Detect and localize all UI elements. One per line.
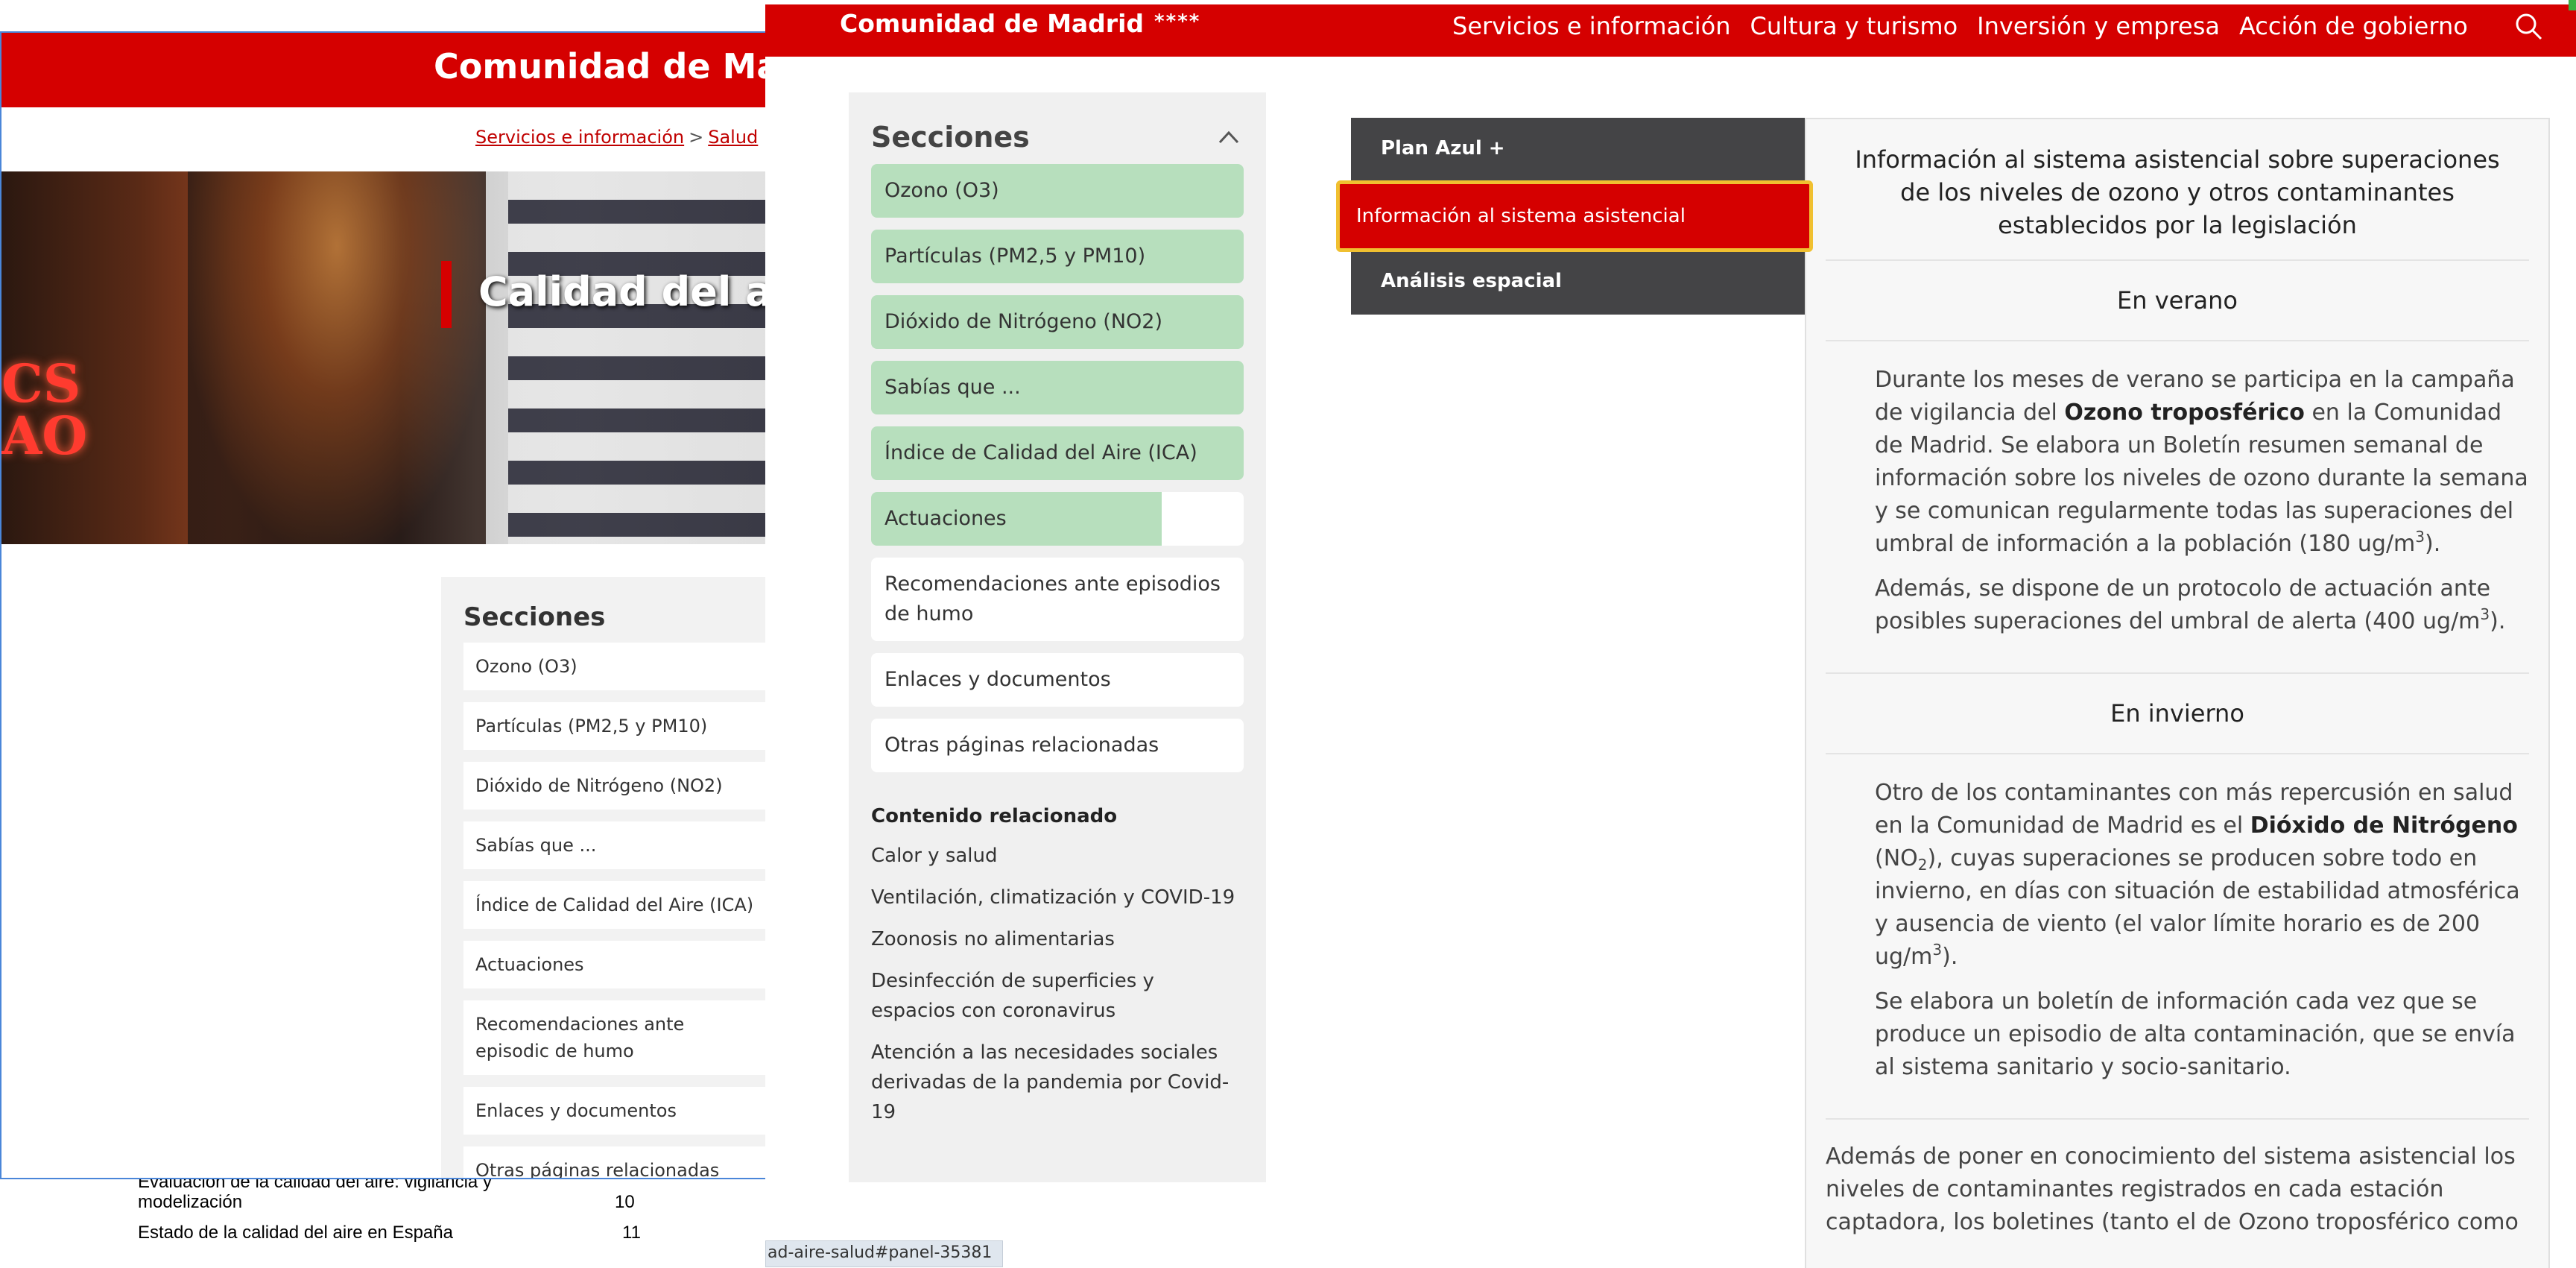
section-link[interactable]: Ozono (O3) bbox=[463, 643, 766, 690]
background-document-toc: Evaluación de la calidad del aire: vigil… bbox=[138, 1172, 734, 1253]
section-link[interactable]: Enlaces y documentos bbox=[463, 1087, 766, 1135]
sidebar-item-did-you-know[interactable]: Sabías que ... bbox=[871, 361, 1244, 414]
toc-row: Estado de la calidad del aire en España … bbox=[138, 1223, 734, 1243]
section-link[interactable]: Dióxido de Nitrógeno (NO2) bbox=[463, 762, 766, 810]
chevron-up-icon[interactable] bbox=[1214, 122, 1244, 152]
status-bar-url: ad-aire-salud#panel-35381 bbox=[765, 1240, 1004, 1267]
sidebar-item-links-documents[interactable]: Enlaces y documentos bbox=[871, 653, 1244, 707]
back-browser-window[interactable]: Comunidad de Madr Servicios e informació… bbox=[0, 31, 768, 1179]
sidebar-item-actions[interactable]: Actuaciones bbox=[871, 492, 1244, 546]
hero-dome-building bbox=[188, 171, 486, 544]
toc-title: Estado de la calidad del aire en España bbox=[138, 1223, 453, 1243]
hero-accent-bar bbox=[441, 261, 452, 328]
summer-paragraph-1: Durante los meses de verano se participa… bbox=[1875, 367, 2528, 557]
search-icon[interactable] bbox=[2513, 10, 2545, 43]
back-sections-panel: Secciones Ozono (O3) Partículas (PM2,5 y… bbox=[441, 577, 766, 1178]
sidebar-item-no2[interactable]: Dióxido de Nitrógeno (NO2) bbox=[871, 295, 1244, 349]
menu-item-government[interactable]: Acción de gobierno bbox=[2239, 12, 2468, 40]
section-link[interactable]: Partículas (PM2,5 y PM10) bbox=[463, 702, 766, 750]
section-link[interactable]: Actuaciones bbox=[463, 941, 766, 988]
tab-content-panel: Información al sistema asistencial sobre… bbox=[1805, 118, 2550, 1268]
winter-paragraph-2: Se elabora un boletín de información cad… bbox=[1875, 988, 2516, 1080]
sections-sidebar: Secciones Ozono (O3) Partículas (PM2,5 y… bbox=[849, 92, 1266, 1182]
section-link[interactable]: Índice de Calidad del Aire (ICA) bbox=[463, 881, 766, 929]
site-logo[interactable]: Comunidad de Madrid **** bbox=[840, 9, 1200, 38]
sidebar-item-smoke-recommendations[interactable]: Recomendaciones ante episodios de humo bbox=[871, 558, 1244, 641]
sections-heading: Secciones bbox=[463, 602, 606, 632]
tab-informacion-sistema-asistencial[interactable]: Información al sistema asistencial bbox=[1336, 180, 1813, 252]
top-navbar: Comunidad de Madrid **** Servicios e info… bbox=[765, 0, 2576, 57]
section-link[interactable]: Sabías que ... bbox=[463, 821, 766, 869]
sidebar-heading: Secciones bbox=[871, 121, 1030, 154]
main-menu: Servicios e información Cultura y turism… bbox=[1452, 12, 2468, 40]
sidebar-item-related-pages[interactable]: Otras páginas relacionadas bbox=[871, 719, 1244, 772]
sidebar-header[interactable]: Secciones bbox=[871, 121, 1244, 154]
breadcrumb-link-services[interactable]: Servicios e información bbox=[475, 127, 684, 148]
sidebar-item-ozone[interactable]: Ozono (O3) bbox=[871, 164, 1244, 218]
related-link[interactable]: Atención a las necesidades sociales deri… bbox=[871, 1038, 1244, 1127]
tab-plan-azul[interactable]: Plan Azul + bbox=[1351, 118, 1807, 182]
sidebar-item-particles[interactable]: Partículas (PM2,5 y PM10) bbox=[871, 230, 1244, 283]
hero-neon-sign: CS AO bbox=[1, 353, 88, 467]
site-logo-text: Comunidad de Madrid bbox=[840, 9, 1145, 38]
winter-paragraph-1: Otro de los contaminantes con más reperc… bbox=[1875, 780, 2520, 970]
site-header: Comunidad de Madr bbox=[1, 33, 766, 107]
menu-item-investment[interactable]: Inversión y empresa bbox=[1977, 12, 2220, 40]
related-link[interactable]: Ventilación, climatización y COVID-19 bbox=[871, 883, 1244, 912]
summer-paragraph-2: Además, se dispone de un protocolo de ac… bbox=[1875, 575, 2506, 634]
panel-tabs: Plan Azul + Información al sistema asist… bbox=[1336, 118, 1813, 315]
logo-stars: **** bbox=[1154, 10, 1201, 33]
menu-item-culture[interactable]: Cultura y turismo bbox=[1750, 12, 1958, 40]
sidebar-item-ica[interactable]: Índice de Calidad del Aire (ICA) bbox=[871, 426, 1244, 480]
winter-heading: En invierno bbox=[1826, 674, 2529, 754]
summer-heading: En verano bbox=[1826, 261, 2529, 341]
site-logo[interactable]: Comunidad de Madr bbox=[434, 46, 766, 86]
corner-indicator bbox=[2569, 0, 2576, 10]
hero-image: CS AO Calidad del air bbox=[1, 171, 766, 544]
toc-page: 10 bbox=[615, 1192, 635, 1212]
breadcrumb-link-health[interactable]: Salud bbox=[708, 127, 758, 148]
section-link[interactable]: Otras páginas relacionadas bbox=[463, 1146, 766, 1178]
related-link[interactable]: Zoonosis no alimentarias bbox=[871, 924, 1244, 954]
menu-item-services[interactable]: Servicios e información bbox=[1452, 12, 1730, 40]
tab-analisis-espacial[interactable]: Análisis espacial bbox=[1351, 250, 1807, 315]
closing-paragraph: Además de poner en conocimiento del sist… bbox=[1826, 1144, 2519, 1235]
section-link[interactable]: Recomendaciones ante episodic de humo bbox=[463, 1000, 766, 1075]
breadcrumb-separator: > bbox=[689, 127, 704, 148]
front-browser-window[interactable]: Comunidad de Madrid **** Servicios e info… bbox=[765, 0, 2576, 1268]
summer-body: Durante los meses de verano se participa… bbox=[1826, 341, 2529, 674]
related-link[interactable]: Calor y salud bbox=[871, 841, 1244, 871]
winter-body: Otro de los contaminantes con más reperc… bbox=[1826, 754, 2529, 1120]
toc-page: 11 bbox=[622, 1223, 641, 1243]
hero-office-building bbox=[508, 171, 766, 544]
panel-title: Información al sistema asistencial sobre… bbox=[1826, 137, 2529, 261]
related-content-heading: Contenido relacionado bbox=[871, 805, 1118, 827]
related-link[interactable]: Desinfección de superficies y espacios c… bbox=[871, 966, 1244, 1026]
hero-title: Calidad del air bbox=[478, 268, 766, 315]
breadcrumb: Servicios e información > Salud bbox=[475, 127, 758, 148]
